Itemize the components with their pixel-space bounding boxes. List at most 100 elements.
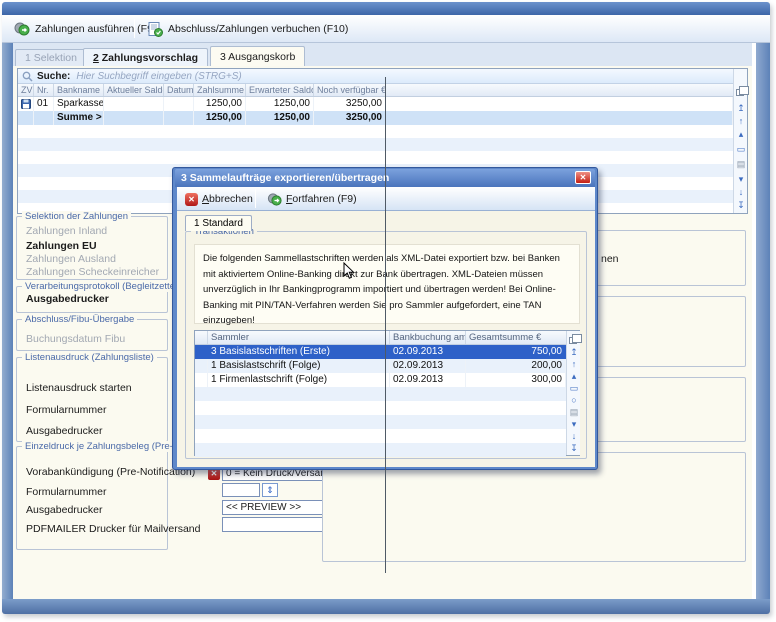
label-zahlungen-eu: Zahlungen EU	[26, 240, 97, 252]
label-zahlungen-ausland: Zahlungen Ausland	[26, 253, 116, 265]
group-listenausdruck: Listenausdruck (Zahlungsliste) Listenaus…	[16, 357, 168, 442]
cell-sammler: 1 Basislastschrift (Folge)	[208, 359, 390, 373]
sum-datum	[164, 111, 194, 125]
col-filler	[386, 84, 733, 96]
label-ausgabedrucker: Ausgabedrucker	[26, 425, 102, 437]
window-border-bottom	[2, 599, 770, 614]
group-selektion-der-zahlungen: Selektion der Zahlungen Zahlungen Inland…	[16, 216, 168, 280]
go-bottom-icon[interactable]: ↧	[568, 443, 580, 454]
col-sammler[interactable]: Sammler	[208, 331, 390, 344]
sum-noch-verfuegbar: 3250,00	[314, 111, 386, 125]
tab-ausgangskorb-label: 3 Ausgangskorb	[220, 51, 295, 63]
abort-button[interactable]: ✕ Abbrechen	[179, 190, 259, 208]
previous-icon[interactable]: ▴	[568, 371, 580, 382]
clipped-label-fragment: nen	[601, 253, 619, 265]
go-top-icon[interactable]: ↥	[735, 103, 747, 114]
group-title: Verarbeitungsprotokoll (Begleitzettel)	[22, 281, 183, 292]
tab-zahlungsvorschlag[interactable]: 2 Zahlungsvorschlag	[83, 48, 208, 66]
empty-row	[195, 387, 566, 401]
col-nr[interactable]: Nr.	[34, 84, 54, 96]
col-aktueller-saldo[interactable]: Aktueller Saldo €	[104, 84, 164, 96]
col-gesamtsumme[interactable]: Gesamtsumme €	[466, 331, 566, 344]
sammler-row-1[interactable]: 3 Basislastschriften (Erste) 02.09.2013 …	[195, 345, 566, 359]
sum-erwarteter-saldo: 1250,00	[246, 111, 314, 125]
toolbar-divider	[134, 19, 135, 38]
sammler-navstrip: ↥ ↑ ▴ ▭ ○ ▤ ▾ ↓ ↧	[566, 331, 580, 455]
group-title: Selektion der Zahlungen	[22, 211, 131, 222]
tab-selektion[interactable]: 1 Selektion	[15, 49, 87, 66]
group-abschluss-fibu: Abschluss/Fibu-Übergabe Buchungsdatum Fi…	[16, 319, 168, 351]
dialog-close-button[interactable]: ✕	[575, 171, 591, 184]
move-down-icon[interactable]: ↓	[735, 187, 747, 198]
empty-row	[18, 151, 733, 164]
next-icon[interactable]: ▾	[568, 419, 580, 430]
formularnummer-input[interactable]	[222, 483, 260, 497]
label-zahlungen-inland: Zahlungen Inland	[26, 225, 107, 237]
bank-grid-header[interactable]: ZV Nr. Bankname Aktueller Saldo € Datum …	[18, 84, 733, 97]
ausgabedrucker-value: << PREVIEW >>	[226, 502, 301, 513]
dialog-tab-standard[interactable]: 1 Standard	[185, 215, 252, 231]
search-row-icon[interactable]: ○	[568, 395, 580, 406]
empty-row	[195, 415, 566, 429]
col-indicator	[195, 331, 208, 344]
previous-icon[interactable]: ▴	[735, 129, 747, 140]
mouse-cursor	[343, 262, 355, 280]
empty-row	[195, 429, 566, 443]
formularnummer-spinner-icon[interactable]: ⇕	[262, 483, 278, 497]
col-erwarteter-saldo[interactable]: Erwarteter Saldo €	[246, 84, 314, 96]
print-icon[interactable]: ▤	[568, 407, 580, 418]
copy-grid-icon[interactable]	[569, 337, 577, 344]
cell-erwarteter-saldo: 1250,00	[246, 97, 314, 111]
cell-datum	[164, 97, 194, 111]
print-icon[interactable]: ▤	[735, 159, 747, 170]
col-zv[interactable]: ZV	[18, 84, 34, 96]
cell-gesamtsumme: 750,00	[466, 345, 566, 359]
search-input[interactable]	[76, 71, 376, 82]
move-up-icon[interactable]: ↑	[568, 359, 580, 370]
window-border-right	[752, 43, 770, 599]
col-datum[interactable]: Datum	[164, 84, 194, 96]
copy-grid-icon[interactable]	[736, 89, 744, 96]
book-payments-button[interactable]: Abschluss/Zahlungen verbuchen (F10)	[140, 18, 356, 40]
bank-sum-row: Summe > 1250,00 1250,00 3250,00	[18, 111, 733, 125]
tab-selektion-label: 1 Selektion	[25, 52, 77, 64]
sammler-row-2[interactable]: 1 Basislastschrift (Folge) 02.09.2013 20…	[195, 359, 566, 373]
select-cell-icon[interactable]: ▭	[568, 383, 580, 394]
sammler-row-3[interactable]: 1 Firmenlastschrift (Folge) 02.09.2013 3…	[195, 373, 566, 387]
col-bankname[interactable]: Bankname	[54, 84, 104, 96]
go-bottom-icon[interactable]: ↧	[735, 200, 747, 211]
continue-button[interactable]: Fortfahren (F9)	[261, 190, 363, 208]
next-icon[interactable]: ▾	[735, 174, 747, 185]
label-pdfmailer: PDFMAILER Drucker für Mailversand	[26, 523, 200, 535]
move-down-icon[interactable]: ↓	[568, 431, 580, 442]
search-icon	[22, 71, 33, 82]
tab-ausgangskorb[interactable]: 3 Ausgangskorb	[210, 46, 305, 66]
col-noch-verfuegbar[interactable]: Noch verfügbar €	[314, 84, 386, 96]
dialog-message: Die folgenden Sammellastschriften werden…	[194, 244, 580, 324]
cell-sammler: 1 Firmenlastschrift (Folge)	[208, 373, 390, 387]
move-up-icon[interactable]: ↑	[735, 116, 747, 127]
label-zahlungen-scheckeinreicher: Zahlungen Scheckeinreicher	[26, 266, 159, 278]
sum-label: Summe >	[54, 111, 104, 125]
sum-filler	[386, 111, 733, 125]
book-payments-icon	[148, 22, 163, 37]
go-top-icon[interactable]: ↥	[568, 347, 580, 358]
empty-row	[195, 401, 566, 415]
execute-payments-icon	[14, 22, 30, 36]
abort-label: Abbrechen	[202, 193, 253, 205]
dialog-tab-label: 1 Standard	[194, 218, 243, 229]
col-bankbuchung[interactable]: Bankbuchung am	[390, 331, 466, 344]
empty-row	[18, 125, 733, 138]
dialog-content: ✕ Abbrechen Fortfahren (F9) 1 Standard T…	[177, 187, 595, 467]
continue-label: Fortfahren (F9)	[286, 193, 357, 205]
sum-zahlsumme: 1250,00	[194, 111, 246, 125]
col-zahlsumme[interactable]: Zahlsumme €	[194, 84, 246, 96]
window-border-left	[2, 43, 13, 599]
cell-bankbuchung: 02.09.2013	[390, 359, 466, 373]
bank-grid-navstrip: ↥ ↑ ▴ ▭ ▤ ▾ ↓ ↧	[733, 69, 747, 213]
select-cell-icon[interactable]: ▭	[735, 144, 747, 155]
bank-row-sparkasse[interactable]: 01 Sparkasse 1250,00 1250,00 3250,00	[18, 97, 733, 111]
sum-nr	[34, 111, 54, 125]
sammler-table-header[interactable]: Sammler Bankbuchung am Gesamtsumme €	[195, 331, 566, 345]
cell-bankbuchung: 02.09.2013	[390, 345, 466, 359]
